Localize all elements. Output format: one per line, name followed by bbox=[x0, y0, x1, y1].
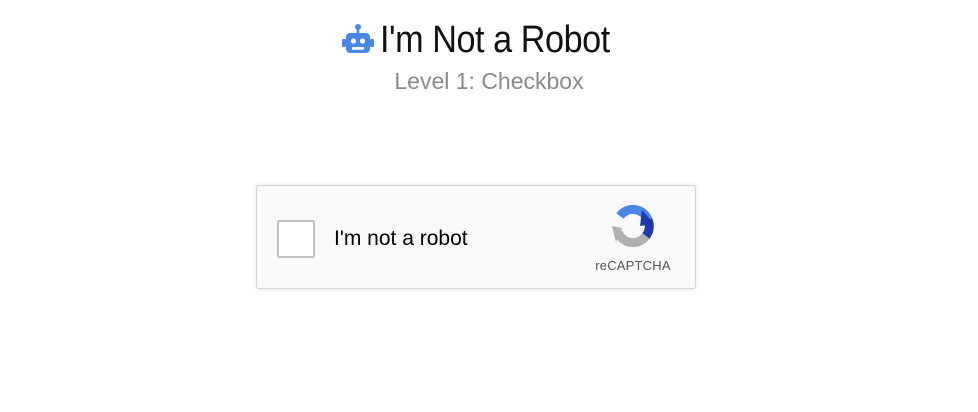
not-robot-checkbox[interactable] bbox=[277, 220, 315, 258]
page-header: I'm Not a Robot Level 1: Checkbox bbox=[0, 14, 978, 95]
robot-icon bbox=[342, 23, 375, 57]
checkbox-label: I'm not a robot bbox=[334, 227, 468, 250]
page-title: I'm Not a Robot bbox=[380, 18, 611, 61]
recaptcha-widget: I'm not a robot reCAPTCHA bbox=[256, 185, 696, 289]
page-subtitle: Level 1: Checkbox bbox=[394, 68, 584, 94]
title-row: I'm Not a Robot bbox=[0, 14, 978, 66]
recaptcha-brand-text: reCAPTCHA bbox=[595, 258, 671, 273]
recaptcha-branding: reCAPTCHA bbox=[591, 204, 675, 273]
recaptcha-logo-icon bbox=[610, 204, 656, 250]
